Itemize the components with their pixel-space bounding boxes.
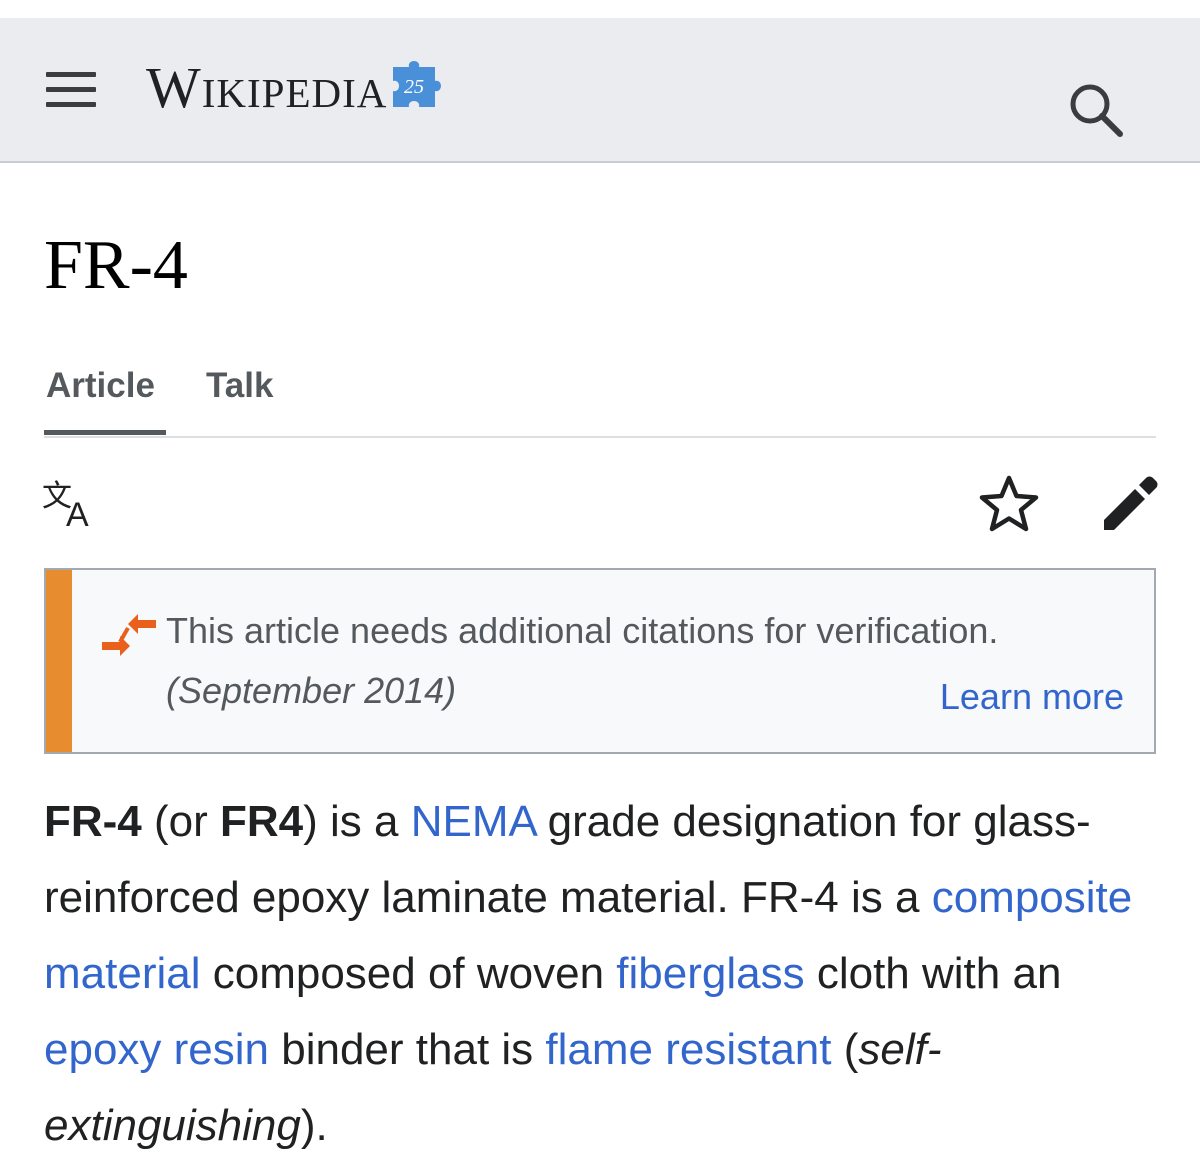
citation-arrows-icon [102, 614, 156, 656]
link-fiberglass[interactable]: fiberglass [616, 949, 804, 998]
text-run: (or [141, 797, 221, 846]
link-nema[interactable]: NEMA [411, 797, 536, 846]
logo-badge: 25 [404, 76, 424, 98]
svg-text:A: A [66, 496, 89, 534]
link-epoxy-resin[interactable]: epoxy resin [44, 1025, 269, 1074]
status-strip [0, 0, 1200, 18]
bold-term: FR4 [220, 797, 304, 846]
page-title: FR-4 [44, 227, 188, 304]
text-run: ( [831, 1025, 859, 1074]
learn-more-link[interactable]: Learn more [940, 676, 1124, 718]
page-tabs: Article Talk [44, 360, 1156, 438]
hamburger-menu-icon[interactable] [42, 68, 100, 112]
notice-date: (September 2014) [166, 670, 457, 711]
search-icon[interactable] [1064, 78, 1126, 140]
language-icon[interactable]: 文 A [40, 474, 106, 534]
tab-talk[interactable]: Talk [206, 366, 273, 406]
puzzle-25-icon: 25 [393, 61, 442, 107]
tab-article[interactable]: Article [46, 366, 155, 406]
article-paragraph: FR-4 (or FR4) is a NEMA grade designatio… [44, 784, 1156, 1164]
text-run: composed of woven [200, 949, 617, 998]
text-run: binder that is [269, 1025, 546, 1074]
text-run: ). [300, 1101, 328, 1150]
pencil-icon[interactable] [1098, 472, 1162, 536]
link-flame-resistant[interactable]: flame resistant [545, 1025, 831, 1074]
text-run: ) is a [303, 797, 411, 846]
star-icon[interactable] [976, 472, 1042, 538]
wikipedia-logo[interactable]: Wikipedia 25 [146, 52, 449, 122]
bold-term: FR-4 [44, 797, 142, 846]
site-header: Wikipedia 25 [0, 18, 1200, 163]
notice-text: This article needs additional citations … [166, 610, 999, 651]
text-run: cloth with an [804, 949, 1062, 998]
active-tab-indicator [44, 430, 166, 435]
citation-notice: This article needs additional citations … [44, 568, 1156, 754]
notice-accent-bar [46, 570, 72, 752]
logo-wordmark: Wikipedia [146, 54, 388, 120]
